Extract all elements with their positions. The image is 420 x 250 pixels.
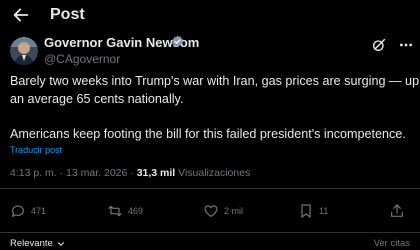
meta-separator: · [127, 167, 137, 179]
replies-sort-label: Relevante [10, 238, 53, 249]
chevron-down-icon [57, 241, 64, 246]
avatar[interactable] [10, 37, 38, 65]
view-quotes-link[interactable]: Ver citas [374, 238, 410, 249]
like-count: 2 mil [224, 206, 244, 216]
repost-icon [108, 205, 122, 217]
share-button[interactable] [389, 202, 405, 220]
post-text-line-1: Barely two weeks into Trump's war with I… [10, 74, 420, 88]
divider [0, 188, 420, 189]
author-handle[interactable]: @CAgovernor [44, 52, 120, 66]
post-text-line-3: Americans keep footing the bill for this… [10, 127, 406, 141]
meta-separator: · [56, 167, 67, 179]
translate-post-link[interactable]: Traducir post [10, 145, 62, 155]
like-button[interactable]: 2 mil [203, 202, 243, 220]
verified-badge-icon [172, 35, 183, 48]
post-text-line-2: an average 65 cents nationally. [10, 92, 184, 106]
bookmark-icon [301, 204, 311, 218]
heart-icon [204, 205, 218, 217]
bookmark-button[interactable]: 11 [298, 202, 328, 220]
replies-sort-dropdown[interactable]: Relevante [10, 238, 66, 249]
reply-button[interactable]: 471 [10, 202, 46, 220]
bookmark-count: 11 [319, 206, 329, 216]
repost-count: 469 [128, 206, 144, 216]
views-count: 31,3 mil [136, 167, 176, 179]
top-bar: Post [0, 0, 420, 34]
back-arrow-icon[interactable] [10, 4, 32, 26]
more-options-icon[interactable] [398, 37, 414, 53]
reply-icon [12, 205, 24, 217]
post-time[interactable]: 4:13 p. m. [10, 167, 57, 179]
share-icon [391, 204, 403, 217]
repost-button[interactable]: 469 [107, 202, 143, 220]
post-date[interactable]: 13 mar. 2026 [66, 167, 127, 179]
views-label: Visualizaciones [178, 167, 251, 179]
post-metadata: 4:13 p. m. · 13 mar. 2026 · 31,3 mil Vis… [10, 167, 250, 179]
grok-icon[interactable] [371, 37, 387, 53]
reply-count: 471 [31, 206, 47, 216]
divider [0, 232, 420, 233]
page-title: Post [50, 6, 85, 23]
